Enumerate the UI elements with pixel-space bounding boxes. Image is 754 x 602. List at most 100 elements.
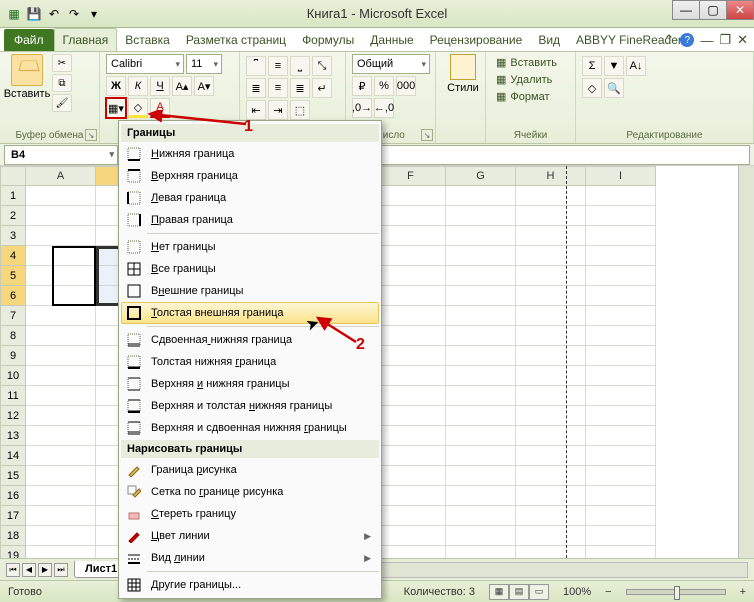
cell[interactable] (376, 326, 446, 346)
cell[interactable] (446, 326, 516, 346)
name-box[interactable]: B4 (4, 145, 118, 165)
cell[interactable] (26, 326, 96, 346)
number-format-combo[interactable]: Общий (352, 54, 430, 74)
number-launcher-icon[interactable]: ↘ (421, 129, 433, 141)
cell[interactable] (586, 446, 656, 466)
bold-button[interactable]: Ж (106, 76, 126, 96)
cell[interactable] (376, 186, 446, 206)
cell[interactable] (446, 546, 516, 558)
cell[interactable] (586, 226, 656, 246)
row-header[interactable]: 1 (0, 186, 26, 206)
dropdown-item[interactable]: Сдвоенная нижняя граница (121, 329, 379, 351)
cell[interactable] (26, 466, 96, 486)
workbook-minimize-icon[interactable]: — (700, 33, 713, 48)
cell[interactable] (586, 266, 656, 286)
cell[interactable] (376, 366, 446, 386)
dropdown-item[interactable]: Правая граница (121, 209, 379, 231)
dropdown-item[interactable]: Вид линии▶ (121, 547, 379, 569)
cell[interactable] (26, 406, 96, 426)
fill-color-icon[interactable]: ◇ (128, 98, 148, 118)
dropdown-item[interactable]: Нижняя граница (121, 143, 379, 165)
tab-formulas[interactable]: Формулы (294, 29, 362, 51)
cell[interactable] (516, 226, 586, 246)
zoom-out-icon[interactable]: − (605, 586, 611, 598)
row-header[interactable]: 9 (0, 346, 26, 366)
cell[interactable] (446, 286, 516, 306)
cell[interactable] (446, 306, 516, 326)
italic-button[interactable]: К (128, 76, 148, 96)
cell[interactable] (26, 506, 96, 526)
decrease-decimal-icon[interactable]: ←,0 (374, 98, 394, 118)
column-header[interactable]: G (446, 166, 516, 186)
orientation-icon[interactable]: ⤡ (312, 56, 332, 76)
qat-more-icon[interactable]: ▾ (86, 6, 102, 22)
dropdown-item[interactable]: Толстая нижняя граница (121, 351, 379, 373)
dropdown-item[interactable]: Сетка по границе рисунка (121, 481, 379, 503)
row-header[interactable]: 17 (0, 506, 26, 526)
cell[interactable] (376, 506, 446, 526)
wrap-text-icon[interactable]: ↵ (312, 78, 332, 98)
cell[interactable] (376, 286, 446, 306)
find-icon[interactable]: 🔍 (604, 78, 624, 98)
percent-icon[interactable]: % (374, 76, 394, 96)
cell[interactable] (516, 306, 586, 326)
cell[interactable] (446, 506, 516, 526)
select-all-corner[interactable] (0, 166, 26, 186)
sheet-nav[interactable]: ⏮ ◀ ▶ ⏭ (0, 563, 74, 577)
paste-button[interactable]: Вставить (6, 54, 48, 112)
row-header[interactable]: 19 (0, 546, 26, 558)
dropdown-item[interactable]: Другие границы... (121, 574, 379, 596)
cell[interactable] (516, 526, 586, 546)
row-header[interactable]: 2 (0, 206, 26, 226)
cell[interactable] (586, 486, 656, 506)
cell[interactable] (586, 526, 656, 546)
dropdown-item[interactable]: Граница рисунка (121, 459, 379, 481)
cell[interactable] (586, 186, 656, 206)
row-header[interactable]: 8 (0, 326, 26, 346)
maximize-button[interactable]: ▢ (699, 0, 727, 20)
format-painter-icon[interactable]: 🖌 (52, 94, 72, 112)
row-header[interactable]: 5 (0, 266, 26, 286)
row-header[interactable]: 13 (0, 426, 26, 446)
indent-increase-icon[interactable]: ⇥ (268, 100, 288, 120)
cell[interactable] (586, 426, 656, 446)
cell[interactable] (586, 366, 656, 386)
align-bottom-icon[interactable]: ⎵ (290, 56, 310, 76)
cell[interactable] (26, 546, 96, 558)
column-header[interactable]: I (586, 166, 656, 186)
merge-icon[interactable]: ⬚ (290, 100, 310, 120)
cell[interactable] (586, 386, 656, 406)
dropdown-item[interactable]: Левая граница (121, 187, 379, 209)
cell[interactable] (516, 486, 586, 506)
cell[interactable] (586, 246, 656, 266)
nav-prev-icon[interactable]: ◀ (22, 563, 36, 577)
row-header[interactable]: 12 (0, 406, 26, 426)
cell[interactable] (446, 246, 516, 266)
redo-icon[interactable]: ↷ (66, 6, 82, 22)
indent-decrease-icon[interactable]: ⇤ (246, 100, 266, 120)
copy-icon[interactable]: ⧉ (52, 74, 72, 92)
cell[interactable] (376, 306, 446, 326)
insert-cells-button[interactable]: ▦ Вставить (492, 54, 569, 71)
cell[interactable] (26, 226, 96, 246)
cell[interactable] (446, 406, 516, 426)
dropdown-item[interactable]: Толстая внешняя граница (121, 302, 379, 324)
dropdown-item[interactable]: Внешние границы (121, 280, 379, 302)
minimize-button[interactable]: — (672, 0, 700, 20)
cell[interactable] (516, 206, 586, 226)
cell[interactable] (26, 186, 96, 206)
row-header[interactable]: 3 (0, 226, 26, 246)
sort-icon[interactable]: A↓ (626, 56, 646, 76)
grow-font-icon[interactable]: A▴ (172, 76, 192, 96)
view-normal-icon[interactable]: ▦ (489, 584, 509, 600)
cell[interactable] (26, 526, 96, 546)
workbook-restore-icon[interactable]: ❐ (719, 32, 731, 48)
cell[interactable] (516, 346, 586, 366)
underline-button[interactable]: Ч (150, 76, 170, 96)
shrink-font-icon[interactable]: A▾ (194, 76, 214, 96)
align-left-icon[interactable]: ≣ (246, 78, 266, 98)
row-headers[interactable]: 1234567891011121314151617181920 (0, 186, 26, 558)
cell[interactable] (26, 486, 96, 506)
align-center-icon[interactable]: ≡ (268, 78, 288, 98)
align-top-icon[interactable]: ⎴ (246, 56, 266, 76)
